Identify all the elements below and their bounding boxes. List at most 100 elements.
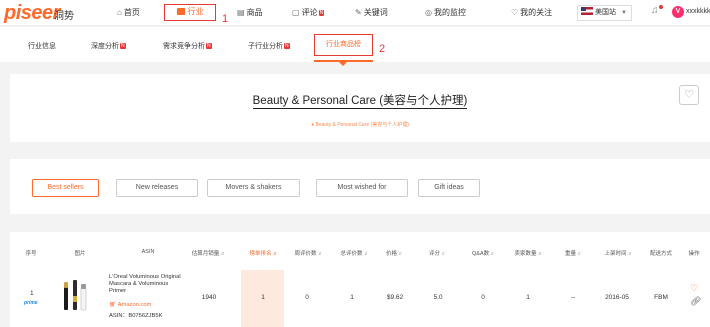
region-select[interactable]: 美国站 ▼: [577, 5, 632, 21]
caret-down-icon: [339, 62, 347, 66]
brand-logo[interactable]: piseer: [4, 2, 60, 25]
cell-sellers: 1: [526, 294, 530, 301]
region-label: 美国站: [595, 9, 616, 16]
grid-icon: [176, 8, 185, 15]
header-index: 序号: [25, 251, 37, 257]
header-weight[interactable]: 重量 ⇵: [565, 249, 581, 257]
tab-industry-info[interactable]: 行业信息: [28, 41, 56, 51]
bell-icon[interactable]: ♫: [651, 5, 659, 16]
top-navbar: piseer 洞势 ⌂ 首页 行业 ▤ 商品 ▢ 评论 N ✎ 关键词 ◎ 我的监控 ♡ 我的…: [0, 0, 710, 26]
filter-new-releases[interactable]: New releases: [116, 179, 198, 197]
nav-keywords[interactable]: ✎ 关键词: [355, 7, 388, 18]
header-sellers[interactable]: 卖家数量 ⇵: [515, 249, 542, 257]
link-icon[interactable]: 🔗︎: [690, 296, 701, 307]
tab-industry-ranking[interactable]: 行业商品榜: [314, 34, 373, 56]
cell-fulfillment: FBM: [654, 294, 668, 301]
sort-icon: ⇵: [538, 251, 542, 256]
follow-heart-icon[interactable]: ♡: [690, 283, 698, 294]
new-badge: N: [284, 43, 290, 49]
header-monthly-sales[interactable]: 估算月销量 ⇵: [192, 249, 224, 257]
product-image[interactable]: [61, 278, 89, 314]
home-icon: ⌂: [117, 8, 122, 17]
filter-best-sellers[interactable]: Best sellers: [32, 179, 99, 197]
tab-demand-competition-label: 需求竞争分析: [163, 43, 205, 50]
cell-listed: 2016-05: [605, 294, 629, 301]
notification-dot: [659, 5, 663, 9]
nav-reviews-label: 评论: [301, 8, 318, 17]
new-badge: N: [120, 43, 126, 49]
filter-gift-ideas[interactable]: Gift ideas: [418, 179, 480, 197]
tab-sub-industry-label: 子行业分析: [248, 43, 283, 50]
tab-sub-industry[interactable]: 子行业分析 N: [248, 41, 290, 51]
header-rank[interactable]: 榜单排名 ⇵: [250, 249, 277, 257]
heart-icon: ♡: [511, 8, 519, 17]
product-title[interactable]: L'Oreal Voluminous Original Mascara & Vo…: [109, 274, 181, 295]
sort-icon: ⇵: [577, 251, 581, 256]
store-link[interactable]: 🛒︎ Amazon.com: [109, 302, 151, 308]
comment-icon: ▢: [292, 8, 300, 17]
nav-industry-label: 行业: [187, 7, 204, 16]
sub-navbar: 行业信息 深度分析 N 需求竞争分析 N 子行业分析 N 行业商品榜: [0, 27, 710, 66]
nav-home[interactable]: ⌂ 首页: [117, 7, 140, 18]
header-listed[interactable]: 上架时间 ⇵: [605, 249, 632, 257]
prime-badge: prime: [24, 300, 38, 306]
brand-name: 洞势: [54, 11, 74, 22]
cell-weekly-reviews: 0: [305, 294, 309, 301]
tab-deep-analysis[interactable]: 深度分析 N: [91, 41, 126, 51]
chevron-down-icon: ▼: [621, 10, 627, 16]
header-fulfillment: 配送方式: [649, 251, 673, 257]
annotation-1: 1: [222, 13, 229, 25]
sort-icon: ⇵: [628, 251, 632, 256]
header-rating[interactable]: 评分 ⇵: [429, 249, 445, 257]
category-header: Beauty & Personal Care (美容与个人护理) ● Beaut…: [10, 74, 710, 142]
filter-most-wished-for[interactable]: Most wished for: [316, 179, 408, 197]
nav-home-label: 首页: [123, 8, 140, 17]
cart-icon: 🛒︎: [109, 302, 117, 308]
monitor-icon: ◎: [425, 8, 432, 17]
box-icon: ▤: [237, 8, 245, 17]
nav-my-follow[interactable]: ♡ 我的关注: [511, 7, 552, 18]
tab-demand-competition[interactable]: 需求竞争分析 N: [163, 41, 212, 51]
sort-icon: ⇵: [490, 251, 495, 256]
nav-reviews[interactable]: ▢ 评论 N: [292, 7, 325, 18]
header-asin: ASIN: [141, 249, 155, 255]
keyword-icon: ✎: [355, 8, 362, 17]
header-actions: 操作: [688, 251, 700, 257]
nav-products[interactable]: ▤ 商品: [237, 7, 263, 18]
sort-icon: ⇵: [398, 251, 402, 256]
sort-icon: ⇵: [441, 251, 445, 256]
sort-icon: ⇵: [220, 251, 225, 256]
sort-icon: ⇵: [364, 251, 368, 256]
nav-keywords-label: 关键词: [363, 8, 388, 17]
category-breadcrumb[interactable]: ● Beauty & Personal Care (美容与个人护理): [10, 121, 710, 128]
cell-monthly-sales: 1940: [201, 294, 217, 301]
nav-industry[interactable]: 行业: [164, 4, 216, 21]
header-qa[interactable]: Q&A数 ⇵: [472, 249, 494, 257]
us-flag-icon: [581, 7, 593, 15]
nav-my-follow-label: 我的关注: [520, 8, 553, 17]
avatar[interactable]: V: [672, 6, 684, 18]
header-weekly-reviews[interactable]: 周评价数 ⇵: [295, 249, 322, 257]
product-table: 序号 图片 ASIN 估算月销量 ⇵ 榜单排名 ⇵ 周评价数 ⇵ 总评价数 ⇵ …: [10, 232, 710, 327]
header-total-reviews[interactable]: 总评价数 ⇵: [341, 249, 368, 257]
ranking-filters: Best sellers New releases Movers & shake…: [10, 159, 710, 214]
new-badge: N: [318, 10, 325, 16]
sort-icon: ⇵: [273, 251, 277, 256]
cell-rank: 1: [261, 294, 265, 301]
header-image: 图片: [74, 251, 86, 257]
favorite-heart-icon[interactable]: ♡: [679, 85, 699, 105]
category-title: Beauty & Personal Care (美容与个人护理): [252, 95, 468, 109]
cell-total-reviews: 1: [350, 294, 354, 301]
cell-rating: 5.0: [433, 294, 443, 301]
sort-icon: ⇵: [318, 251, 322, 256]
annotation-2: 2: [379, 43, 386, 55]
new-badge: N: [206, 43, 212, 49]
nav-my-monitor-label: 我的监控: [433, 8, 466, 17]
cell-weight: --: [570, 294, 576, 301]
nav-my-monitor[interactable]: ◎ 我的监控: [425, 7, 466, 18]
filter-movers-shakers[interactable]: Movers & shakers: [207, 179, 300, 197]
cell-price: $9.62: [386, 294, 404, 301]
username[interactable]: xxxkkkk: [686, 8, 710, 15]
cell-qa: 0: [481, 294, 485, 301]
header-price[interactable]: 价格 ⇵: [386, 249, 402, 257]
